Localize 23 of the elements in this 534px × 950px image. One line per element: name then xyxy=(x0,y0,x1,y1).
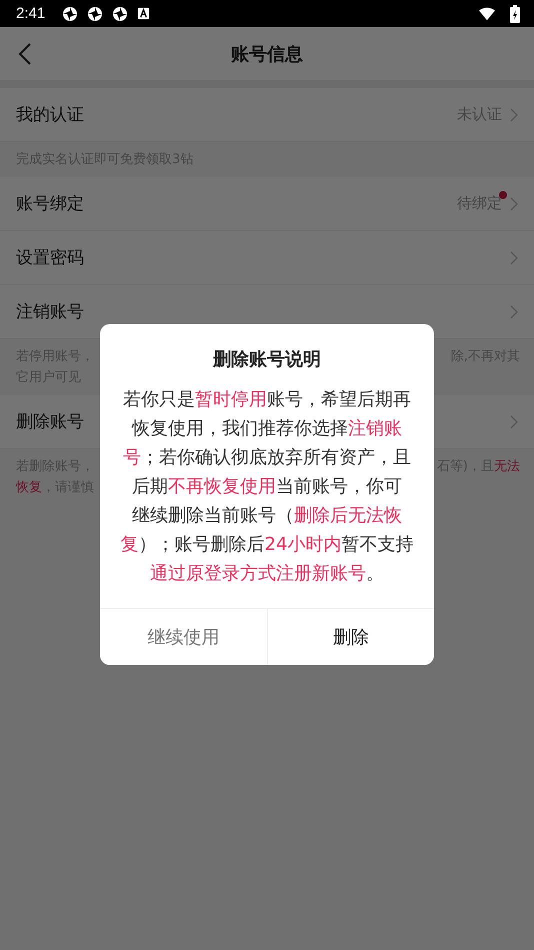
notification-icon xyxy=(112,6,128,22)
page-title: 账号信息 xyxy=(231,42,303,66)
row-label: 我的认证 xyxy=(16,104,84,126)
settings-row[interactable]: 设置密码 xyxy=(0,231,534,285)
dialog-title: 删除账号说明 xyxy=(212,348,322,371)
keyboard-icon xyxy=(137,7,150,20)
battery-icon xyxy=(510,4,520,22)
status-time: 2:41 xyxy=(16,5,46,22)
row-label: 注销账号 xyxy=(16,301,84,323)
row-label: 设置密码 xyxy=(16,247,84,269)
row-label: 删除账号 xyxy=(16,411,84,433)
row-label: 账号绑定 xyxy=(16,193,84,215)
chevron-icon xyxy=(510,108,518,122)
wifi-icon xyxy=(479,6,495,22)
chevron-icon xyxy=(510,414,518,428)
notification-icon xyxy=(62,6,78,22)
chevron-icon xyxy=(510,250,518,264)
continue-button[interactable]: 继续使用 xyxy=(100,609,268,665)
back-icon[interactable] xyxy=(18,43,32,65)
chevron-icon xyxy=(510,304,518,318)
chevron-icon xyxy=(510,196,518,210)
notification-icon xyxy=(87,6,104,22)
dialog-message: 若你只是暂时停用账号，希望后期再 恢复使用，我们推荐你选择注销账 号；若你确认彻底放弃所有资产，且 后期不再恢复使用当前账号，你可 继续删除当前账号（删除后无法恢 复）；账号删除后24小时内暂不支持 通过原登录方式注册新账号。 xyxy=(120,388,414,586)
